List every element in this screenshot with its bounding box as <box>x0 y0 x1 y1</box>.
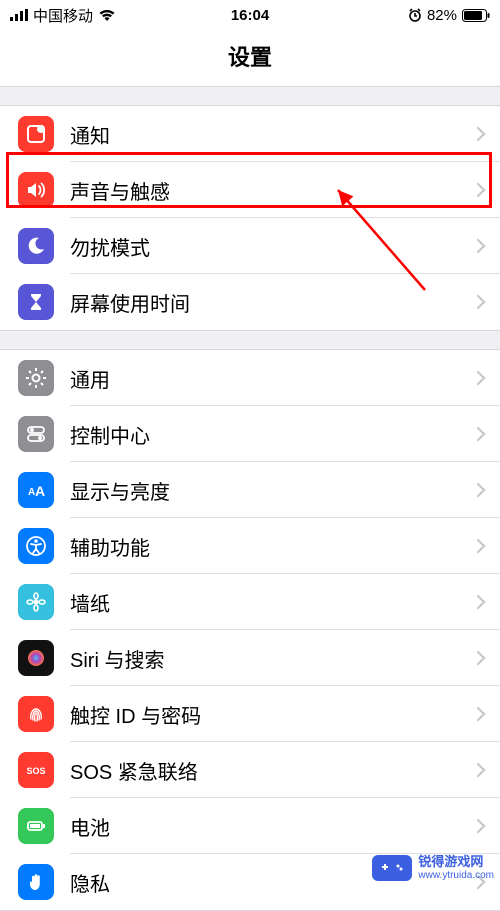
watermark-url: www.ytruida.com <box>418 870 494 881</box>
gear-icon <box>18 360 54 396</box>
settings-row-accessibility[interactable]: 辅助功能 <box>0 518 500 574</box>
battery-icon <box>18 808 54 844</box>
row-label: 通用 <box>70 364 476 393</box>
settings-row-battery[interactable]: 电池 <box>0 798 500 854</box>
alarm-icon <box>408 8 422 22</box>
svg-text:SOS: SOS <box>26 766 45 776</box>
page-title: 设置 <box>0 30 500 87</box>
settings-row-general[interactable]: 通用 <box>0 350 500 406</box>
row-label: 通知 <box>70 120 476 149</box>
carrier-label: 中国移动 <box>33 5 93 26</box>
status-bar: 中国移动 16:04 82% <box>0 0 500 30</box>
settings-row-dnd[interactable]: 勿扰模式 <box>0 218 500 274</box>
siri-icon <box>18 640 54 676</box>
settings-group: 通知声音与触感勿扰模式屏幕使用时间 <box>0 105 500 331</box>
settings-row-screentime[interactable]: 屏幕使用时间 <box>0 274 500 330</box>
row-label: SOS 紧急联络 <box>70 756 476 785</box>
flower-icon <box>18 584 54 620</box>
accessibility-icon <box>18 528 54 564</box>
settings-row-sounds[interactable]: 声音与触感 <box>0 162 500 218</box>
row-label: Siri 与搜索 <box>70 644 476 673</box>
clock: 16:04 <box>231 7 269 24</box>
switches-icon <box>18 416 54 452</box>
hand-icon <box>18 864 54 900</box>
notifications-icon <box>18 116 54 152</box>
settings-row-display[interactable]: AA 显示与亮度 <box>0 462 500 518</box>
settings-row-siri[interactable]: Siri 与搜索 <box>0 630 500 686</box>
fingerprint-icon <box>18 696 54 732</box>
chevron-right-icon <box>476 538 486 554</box>
chevron-right-icon <box>476 482 486 498</box>
settings-row-wallpaper[interactable]: 墙纸 <box>0 574 500 630</box>
row-label: 屏幕使用时间 <box>70 288 476 317</box>
svg-text:A: A <box>35 483 45 499</box>
watermark: 锐得游戏网 www.ytruida.com <box>372 855 494 881</box>
chevron-right-icon <box>476 706 486 722</box>
wifi-icon <box>98 9 116 22</box>
sounds-icon <box>18 172 54 208</box>
row-label: 控制中心 <box>70 420 476 449</box>
chevron-right-icon <box>476 426 486 442</box>
settings-group: 通用控制中心AA显示与亮度辅助功能墙纸Siri 与搜索触控 ID 与密码SOSS… <box>0 349 500 911</box>
chevron-right-icon <box>476 238 486 254</box>
chevron-right-icon <box>476 182 486 198</box>
row-label: 电池 <box>70 812 476 841</box>
row-label: 显示与亮度 <box>70 476 476 505</box>
chevron-right-icon <box>476 294 486 310</box>
battery-pct: 82% <box>427 7 457 24</box>
settings-row-sos[interactable]: SOS SOS 紧急联络 <box>0 742 500 798</box>
chevron-right-icon <box>476 594 486 610</box>
row-label: 勿扰模式 <box>70 232 476 261</box>
battery-icon <box>462 9 490 22</box>
settings-row-notifications[interactable]: 通知 <box>0 106 500 162</box>
gamepad-icon <box>372 855 412 881</box>
sos-icon: SOS <box>18 752 54 788</box>
row-label: 辅助功能 <box>70 532 476 561</box>
watermark-brand: 锐得游戏网 <box>418 855 494 869</box>
signal-icon <box>10 9 28 21</box>
moon-icon <box>18 228 54 264</box>
chevron-right-icon <box>476 650 486 666</box>
chevron-right-icon <box>476 818 486 834</box>
chevron-right-icon <box>476 762 486 778</box>
settings-row-touchid[interactable]: 触控 ID 与密码 <box>0 686 500 742</box>
textsize-icon: AA <box>18 472 54 508</box>
hourglass-icon <box>18 284 54 320</box>
row-label: 声音与触感 <box>70 176 476 205</box>
chevron-right-icon <box>476 126 486 142</box>
settings-row-controlcenter[interactable]: 控制中心 <box>0 406 500 462</box>
row-label: 墙纸 <box>70 588 476 617</box>
row-label: 触控 ID 与密码 <box>70 700 476 729</box>
chevron-right-icon <box>476 370 486 386</box>
